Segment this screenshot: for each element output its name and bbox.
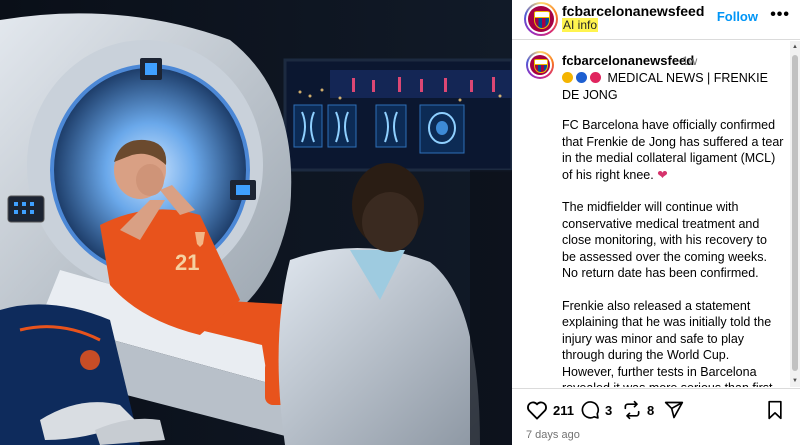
comment-icon bbox=[581, 401, 600, 419]
share-button[interactable] bbox=[664, 400, 684, 420]
like-count: 211 bbox=[553, 402, 574, 418]
caption-section: fcbarcelonanewsfeed 1w MEDICAL NEWS | FR… bbox=[512, 41, 800, 387]
account-avatar[interactable] bbox=[524, 2, 558, 36]
caption-text: MEDICAL NEWS | FRENKIE DE JONG FC Barcel… bbox=[562, 70, 784, 387]
heart-icon bbox=[527, 401, 547, 420]
repost-count: 8 bbox=[647, 402, 655, 418]
post-header: fcbarcelonanewsfeed AI info Follow ••• bbox=[512, 0, 800, 40]
comment-button[interactable]: 3 bbox=[580, 400, 612, 420]
mri-scene-illustration: 21 bbox=[0, 0, 512, 445]
caption-paragraph-2: The midfielder will continue with conser… bbox=[562, 200, 767, 280]
follow-button[interactable]: Follow bbox=[717, 9, 758, 24]
post-details-panel: fcbarcelonanewsfeed AI info Follow ••• f… bbox=[512, 0, 800, 445]
caption-avatar[interactable] bbox=[526, 51, 554, 79]
emoji-yellow-icon bbox=[562, 72, 573, 83]
fc-barcelona-crest-icon bbox=[530, 55, 550, 75]
caption-paragraph-1: FC Barcelona have officially confirmed t… bbox=[562, 118, 784, 182]
save-button[interactable] bbox=[766, 400, 784, 420]
comment-count: 3 bbox=[605, 402, 613, 418]
caption-scrollbar[interactable]: ▲ ▼ bbox=[790, 41, 800, 387]
caption-paragraph-3: Frenkie also released a statement explai… bbox=[562, 298, 773, 388]
broken-heart-icon: ❤ bbox=[657, 167, 668, 182]
more-options-icon[interactable]: ••• bbox=[770, 6, 790, 24]
emoji-red-icon bbox=[590, 72, 601, 83]
share-icon bbox=[664, 401, 684, 419]
post-image[interactable]: 21 bbox=[0, 0, 512, 445]
like-button[interactable]: 211 bbox=[526, 400, 574, 420]
scrollbar-thumb[interactable] bbox=[792, 55, 798, 371]
post-date: 7 days ago bbox=[526, 429, 580, 441]
header-username[interactable]: fcbarcelonanewsfeed bbox=[562, 3, 704, 19]
fc-barcelona-crest-icon bbox=[528, 6, 554, 32]
post-actions-bar: 211 3 8 7 days ago bbox=[512, 388, 800, 445]
caption-time: 1w bbox=[682, 54, 698, 68]
ai-info-label[interactable]: AI info bbox=[562, 18, 599, 32]
scroll-down-arrow-icon[interactable]: ▼ bbox=[792, 377, 798, 385]
repost-icon bbox=[624, 400, 640, 420]
caption-username[interactable]: fcbarcelonanewsfeed bbox=[562, 53, 694, 68]
bookmark-icon bbox=[768, 400, 782, 420]
jersey-number: 21 bbox=[175, 250, 199, 275]
repost-button[interactable]: 8 bbox=[622, 400, 654, 420]
emoji-blue-icon bbox=[576, 72, 587, 83]
scroll-up-arrow-icon[interactable]: ▲ bbox=[792, 43, 798, 51]
